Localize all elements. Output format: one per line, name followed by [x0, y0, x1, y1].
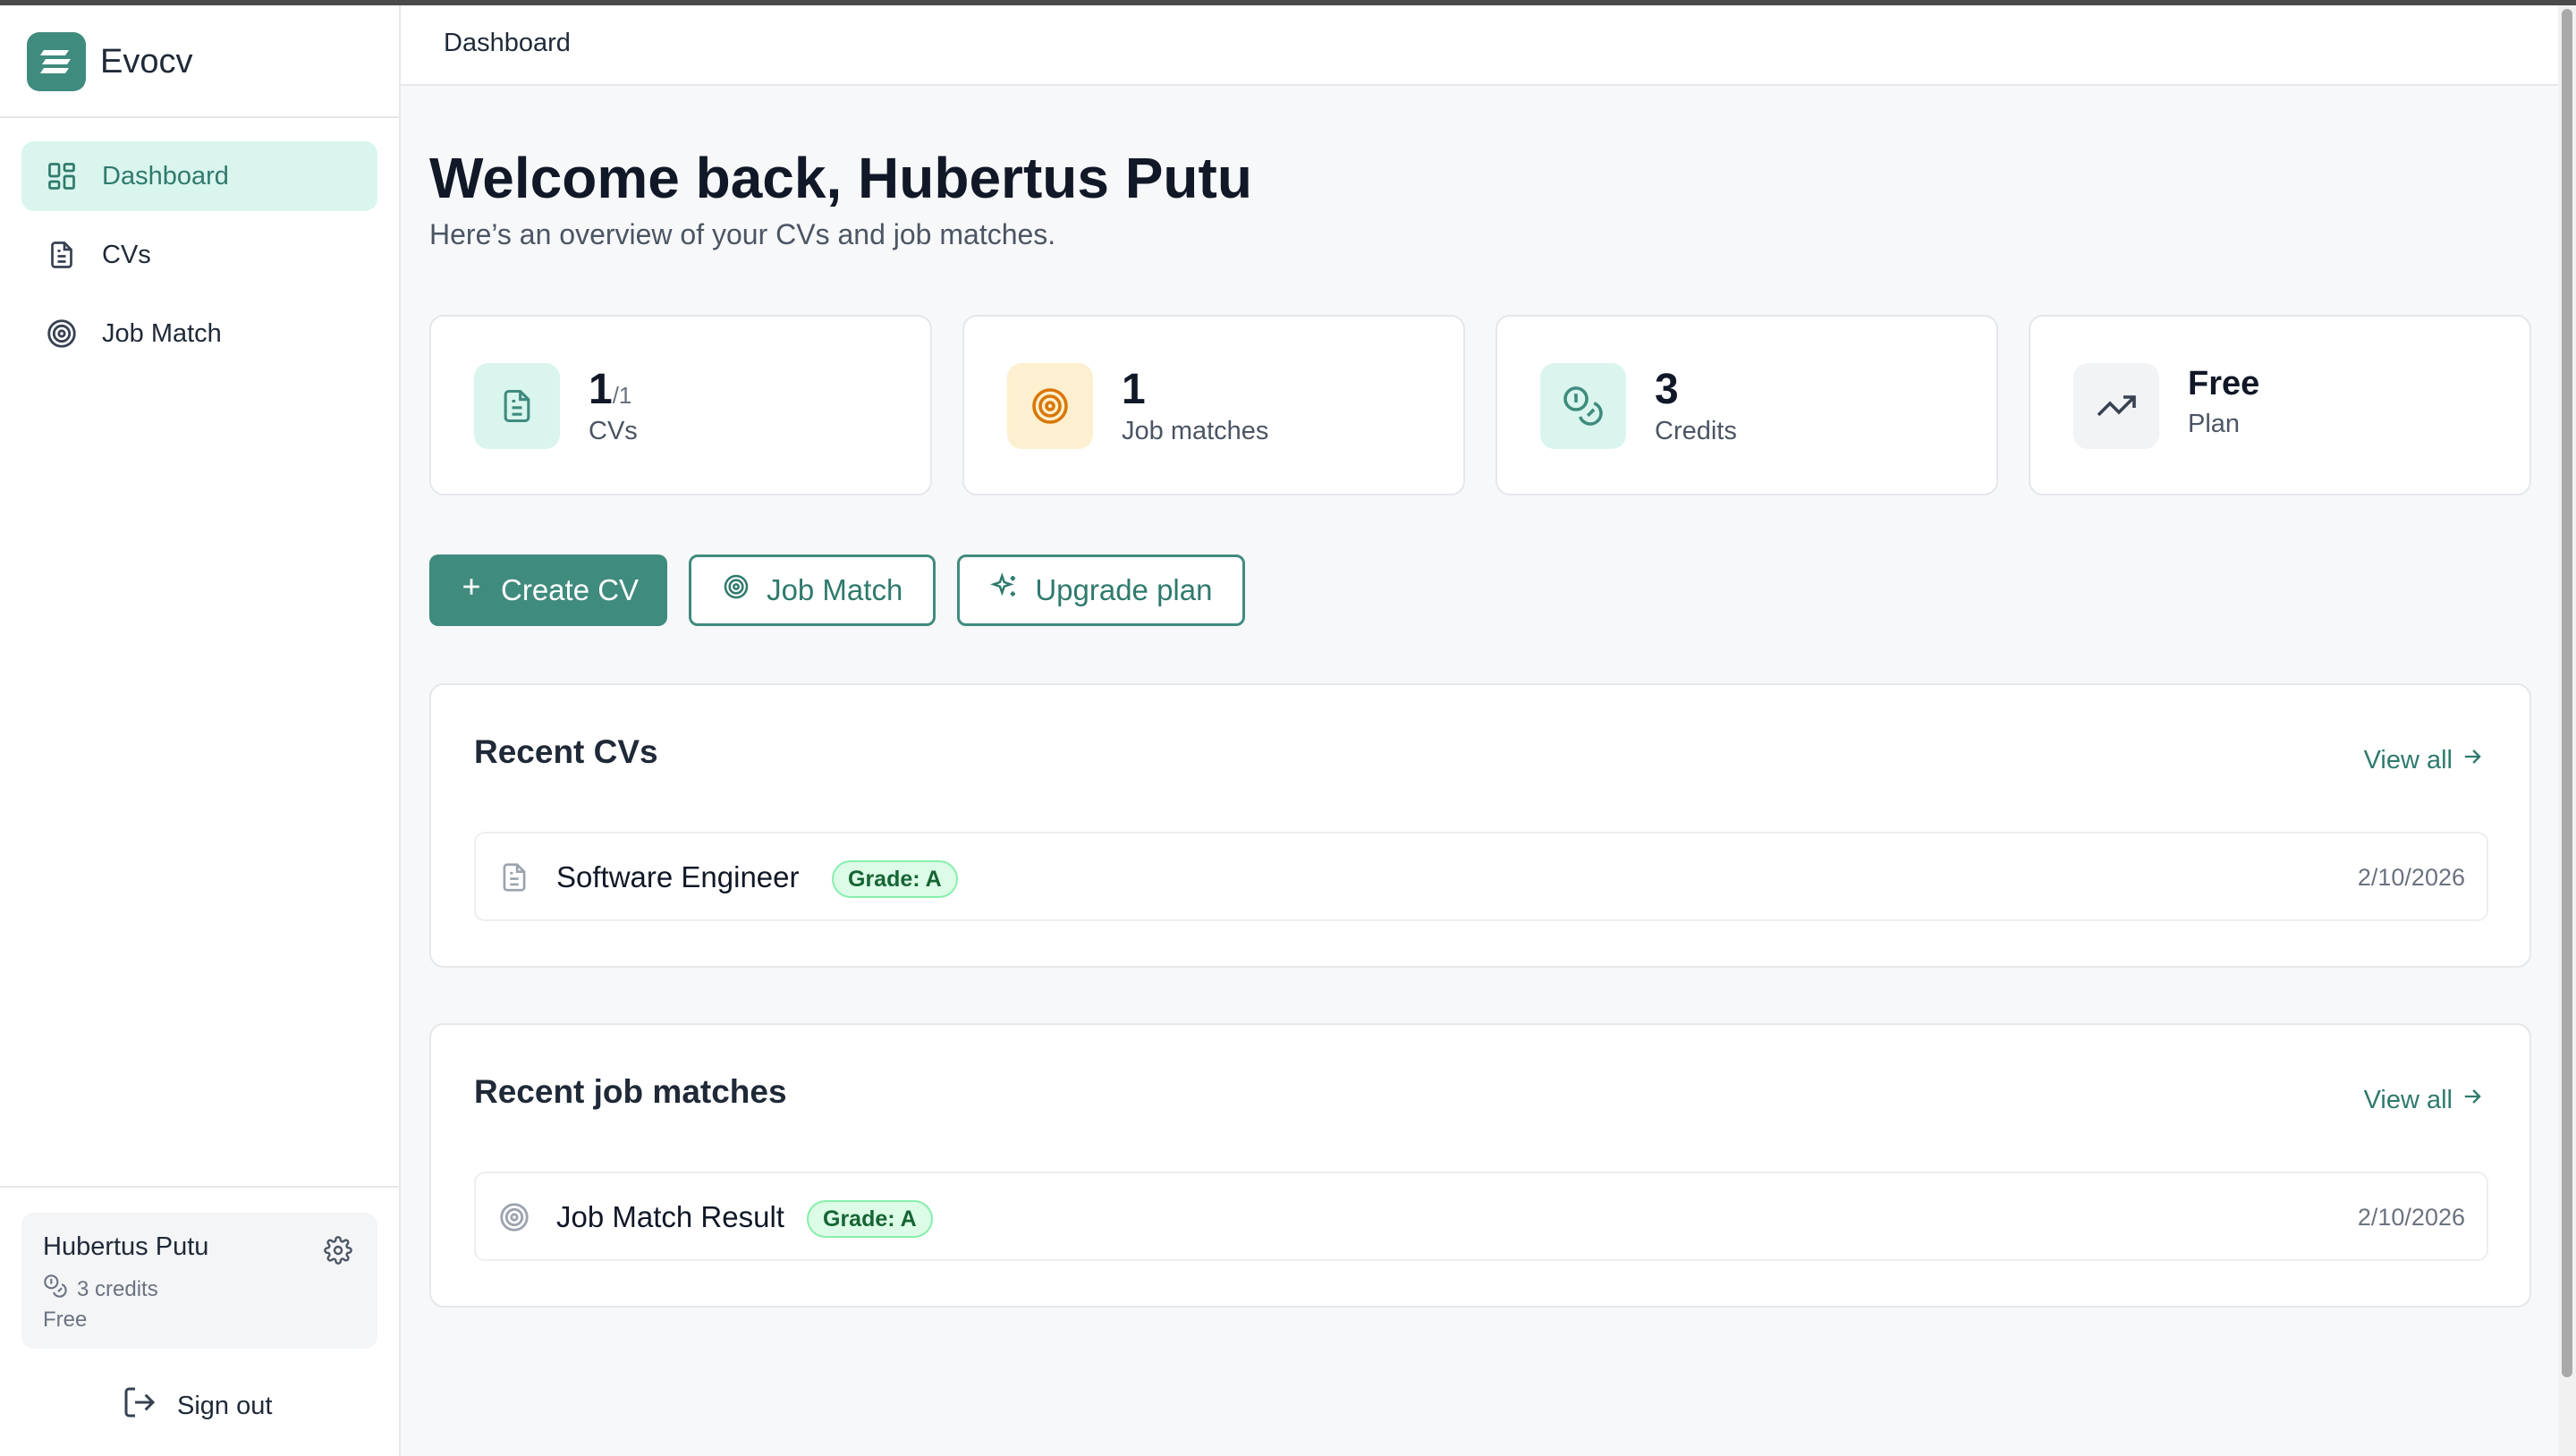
- evocv-logo-icon: [27, 32, 86, 91]
- job-match-list-item[interactable]: Job Match Result Grade: A 2/10/2026: [474, 1172, 2488, 1261]
- upgrade-plan-label: Upgrade plan: [1035, 573, 1213, 606]
- recent-cvs-panel: Recent CVs View all Software Engineer Gr…: [429, 683, 2531, 968]
- recent-job-matches-view-all-link[interactable]: View all: [2364, 1084, 2485, 1116]
- stat-value: 1/1: [589, 365, 631, 414]
- sidebar-nav: Dashboard CVs Job Match: [21, 141, 377, 377]
- cv-list-item[interactable]: Software Engineer Grade: A 2/10/2026: [474, 832, 2488, 921]
- sign-out-label: Sign out: [177, 1391, 273, 1420]
- grade-badge: Grade: A: [832, 860, 958, 898]
- job-match-label: Job Match: [767, 573, 903, 606]
- sign-out-button[interactable]: Sign out: [122, 1384, 272, 1427]
- stats-row: 1/1 CVs 1 Job matches 3 Credits Free Pla…: [429, 315, 2531, 495]
- brand[interactable]: Evocv: [0, 5, 399, 118]
- user-name: Hubertus Putu: [43, 1232, 209, 1261]
- sidebar-item-dashboard[interactable]: Dashboard: [21, 141, 377, 211]
- breadcrumb: Dashboard: [444, 29, 571, 57]
- document-icon: [45, 238, 79, 272]
- arrow-right-icon: [2453, 1084, 2485, 1116]
- sidebar-item-label: Dashboard: [102, 161, 229, 190]
- stat-label: Job matches: [1122, 417, 1269, 445]
- stat-value: 1: [1122, 366, 1146, 413]
- stat-label: CVs: [589, 417, 638, 445]
- create-cv-label: Create CV: [501, 573, 640, 606]
- sidebar-item-label: CVs: [102, 240, 151, 269]
- stat-value-limit: /1: [612, 382, 632, 409]
- grade-badge: Grade: A: [807, 1200, 933, 1238]
- arrow-right-icon: [2453, 744, 2485, 776]
- brand-name: Evocv: [100, 43, 193, 80]
- action-buttons: Create CV Job Match Upgrade plan: [429, 554, 1267, 626]
- recent-job-matches-title: Recent job matches: [474, 1073, 787, 1110]
- trending-up-icon: [2073, 363, 2159, 449]
- user-area: Hubertus Putu 3 credits Free Sign out: [0, 1186, 399, 1456]
- sidebar: Evocv Dashboard CVs Job Match Hubertus P…: [0, 5, 401, 1456]
- gear-icon[interactable]: [324, 1236, 352, 1269]
- main-content: Welcome back, Hubertus Putu Here’s an ov…: [401, 86, 2558, 1456]
- view-all-label: View all: [2363, 745, 2453, 775]
- cv-title: Software Engineer: [556, 860, 800, 893]
- recent-cvs-view-all-link[interactable]: View all: [2364, 744, 2485, 776]
- user-credits-text: 3 credits: [77, 1276, 158, 1301]
- user-card: Hubertus Putu 3 credits Free: [21, 1213, 377, 1349]
- target-icon: [1007, 363, 1093, 449]
- stat-card-plan: Free Plan: [2029, 315, 2531, 495]
- sparkles-icon: [990, 572, 1035, 608]
- user-plan: Free: [43, 1308, 88, 1332]
- job-match-title: Job Match Result: [556, 1200, 784, 1233]
- stat-card-credits: 3 Credits: [1496, 315, 1998, 495]
- view-all-label: View all: [2363, 1085, 2453, 1114]
- user-credits: 3 credits: [43, 1274, 158, 1305]
- top-header: Dashboard: [401, 5, 2558, 86]
- plus-icon: [458, 573, 501, 607]
- coins-icon: [1540, 363, 1626, 449]
- scrollbar-thumb[interactable]: [2562, 9, 2572, 1377]
- cv-date: 2/10/2026: [2357, 864, 2465, 891]
- stat-label: Credits: [1655, 417, 1737, 445]
- recent-cvs-title: Recent CVs: [474, 733, 658, 770]
- dashboard-grid-icon: [45, 159, 79, 193]
- target-icon: [497, 1200, 531, 1239]
- stat-value-number: 1: [589, 366, 613, 413]
- document-icon: [474, 363, 560, 449]
- create-cv-button[interactable]: Create CV: [429, 554, 668, 626]
- page-title: Welcome back, Hubertus Putu: [429, 146, 1252, 210]
- sign-out-icon: [122, 1384, 177, 1427]
- job-match-date: 2/10/2026: [2357, 1204, 2465, 1231]
- stat-card-job-matches: 1 Job matches: [962, 315, 1465, 495]
- target-icon: [45, 317, 79, 351]
- stat-value: 3: [1655, 366, 1679, 413]
- upgrade-plan-button[interactable]: Upgrade plan: [957, 554, 1246, 626]
- page-subtitle: Here’s an overview of your CVs and job m…: [429, 218, 1056, 250]
- sidebar-item-job-match[interactable]: Job Match: [21, 299, 377, 368]
- job-match-button[interactable]: Job Match: [689, 554, 936, 626]
- document-icon: [497, 860, 531, 899]
- recent-job-matches-panel: Recent job matches View all Job Match Re…: [429, 1023, 2531, 1308]
- sidebar-item-cvs[interactable]: CVs: [21, 220, 377, 290]
- coins-icon: [43, 1274, 77, 1305]
- sidebar-item-label: Job Match: [102, 318, 222, 348]
- stat-value: Free: [2188, 365, 2260, 402]
- stat-card-cvs: 1/1 CVs: [429, 315, 932, 495]
- stat-label: Plan: [2188, 410, 2241, 438]
- target-icon: [722, 572, 767, 608]
